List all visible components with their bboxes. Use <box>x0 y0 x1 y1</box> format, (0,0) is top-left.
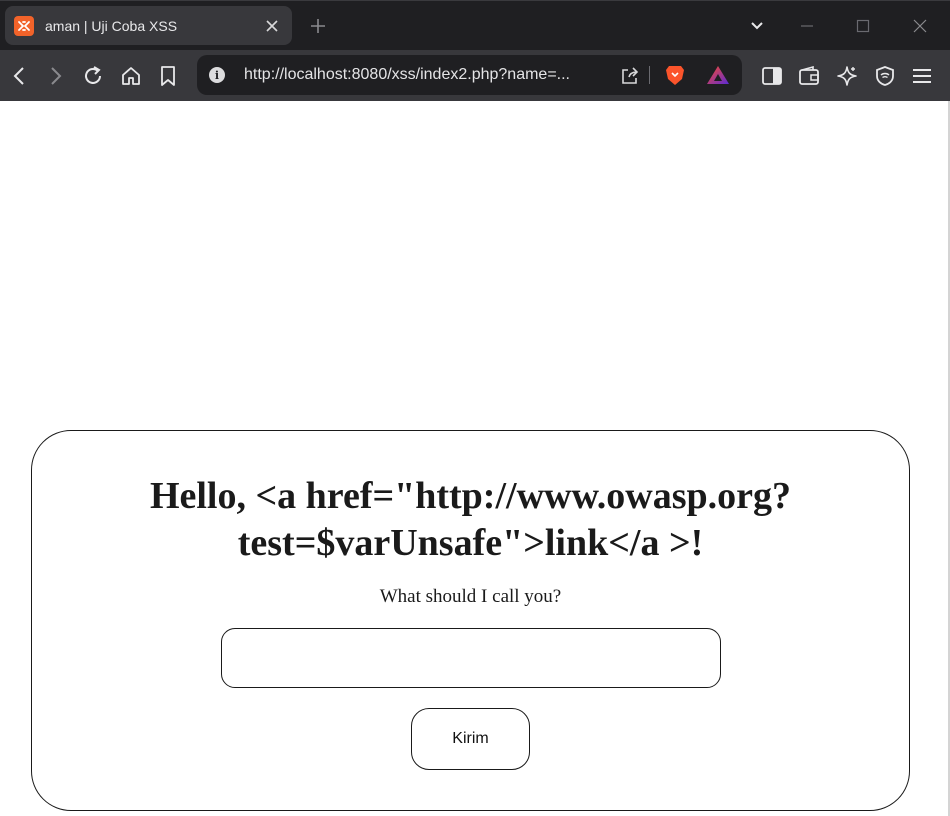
tab-title: aman | Uji Coba XSS <box>45 17 178 34</box>
close-tab-icon[interactable] <box>262 16 282 36</box>
share-icon[interactable] <box>618 64 642 88</box>
vpn-shield-icon[interactable] <box>872 63 898 89</box>
address-bar[interactable]: i http://localhost:8080/xss/index2.php?n… <box>197 55 742 95</box>
home-icon[interactable] <box>118 63 144 89</box>
greeting-card: Hello, <a href="http://www.owasp.org?tes… <box>31 430 910 811</box>
minimize-icon[interactable] <box>795 14 819 38</box>
sidebar-icon[interactable] <box>759 63 785 89</box>
bookmark-icon[interactable] <box>155 63 181 89</box>
menu-hamburger-icon[interactable] <box>909 63 935 89</box>
leo-ai-icon[interactable] <box>834 63 860 89</box>
reload-icon[interactable] <box>80 63 106 89</box>
maximize-icon[interactable] <box>851 14 875 38</box>
brave-shields-icon[interactable] <box>663 63 687 87</box>
divider <box>649 66 650 84</box>
tab-strip: aman | Uji Coba XSS <box>0 0 950 50</box>
greeting-heading: Hello, <a href="http://www.owasp.org?tes… <box>149 475 792 564</box>
browser-tab[interactable]: aman | Uji Coba XSS <box>5 6 292 45</box>
site-info-icon[interactable]: i <box>209 67 225 83</box>
new-tab-icon[interactable] <box>306 14 330 38</box>
forward-icon[interactable] <box>43 63 69 89</box>
brave-rewards-icon[interactable] <box>705 63 731 87</box>
url-text[interactable]: http://localhost:8080/xss/index2.php?nam… <box>244 66 606 84</box>
name-prompt-label: What should I call you? <box>379 586 562 607</box>
tab-list-chevron-icon[interactable] <box>745 14 769 38</box>
back-icon[interactable] <box>6 63 32 89</box>
browser-toolbar: i http://localhost:8080/xss/index2.php?n… <box>0 50 950 101</box>
name-input[interactable] <box>221 628 721 688</box>
submit-button[interactable]: Kirim <box>411 708 530 770</box>
xampp-favicon-icon <box>14 15 34 36</box>
close-window-icon[interactable] <box>908 14 932 38</box>
wallet-icon[interactable] <box>796 63 822 89</box>
